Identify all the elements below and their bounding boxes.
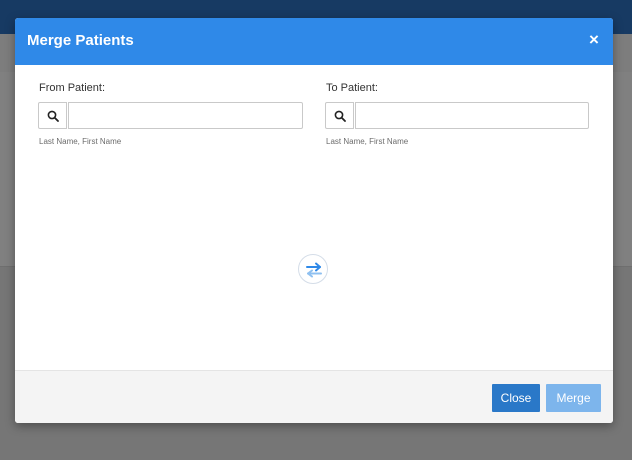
- from-patient-search-group: [38, 102, 303, 129]
- swap-patients-button[interactable]: [298, 254, 328, 284]
- search-icon: [47, 110, 59, 122]
- swap-arrows-icon: [306, 262, 322, 278]
- modal-footer: Close Merge: [15, 370, 613, 423]
- modal-header: Merge Patients ×: [15, 18, 613, 65]
- to-patient-search-button[interactable]: [325, 102, 354, 129]
- to-patient-label: To Patient:: [326, 82, 378, 94]
- merge-patients-modal: Merge Patients × From Patient: Last Name…: [15, 18, 613, 423]
- merge-button[interactable]: Merge: [546, 384, 601, 412]
- from-patient-search-button[interactable]: [38, 102, 67, 129]
- to-patient-hint: Last Name, First Name: [326, 137, 409, 146]
- from-patient-hint: Last Name, First Name: [39, 137, 122, 146]
- to-patient-input[interactable]: [355, 102, 589, 129]
- close-button[interactable]: Close: [492, 384, 540, 412]
- close-icon[interactable]: ×: [587, 31, 601, 49]
- modal-title: Merge Patients: [27, 32, 134, 49]
- search-icon: [334, 110, 346, 122]
- from-patient-label: From Patient:: [39, 82, 106, 94]
- to-patient-search-group: [325, 102, 590, 129]
- from-patient-input[interactable]: [68, 102, 303, 129]
